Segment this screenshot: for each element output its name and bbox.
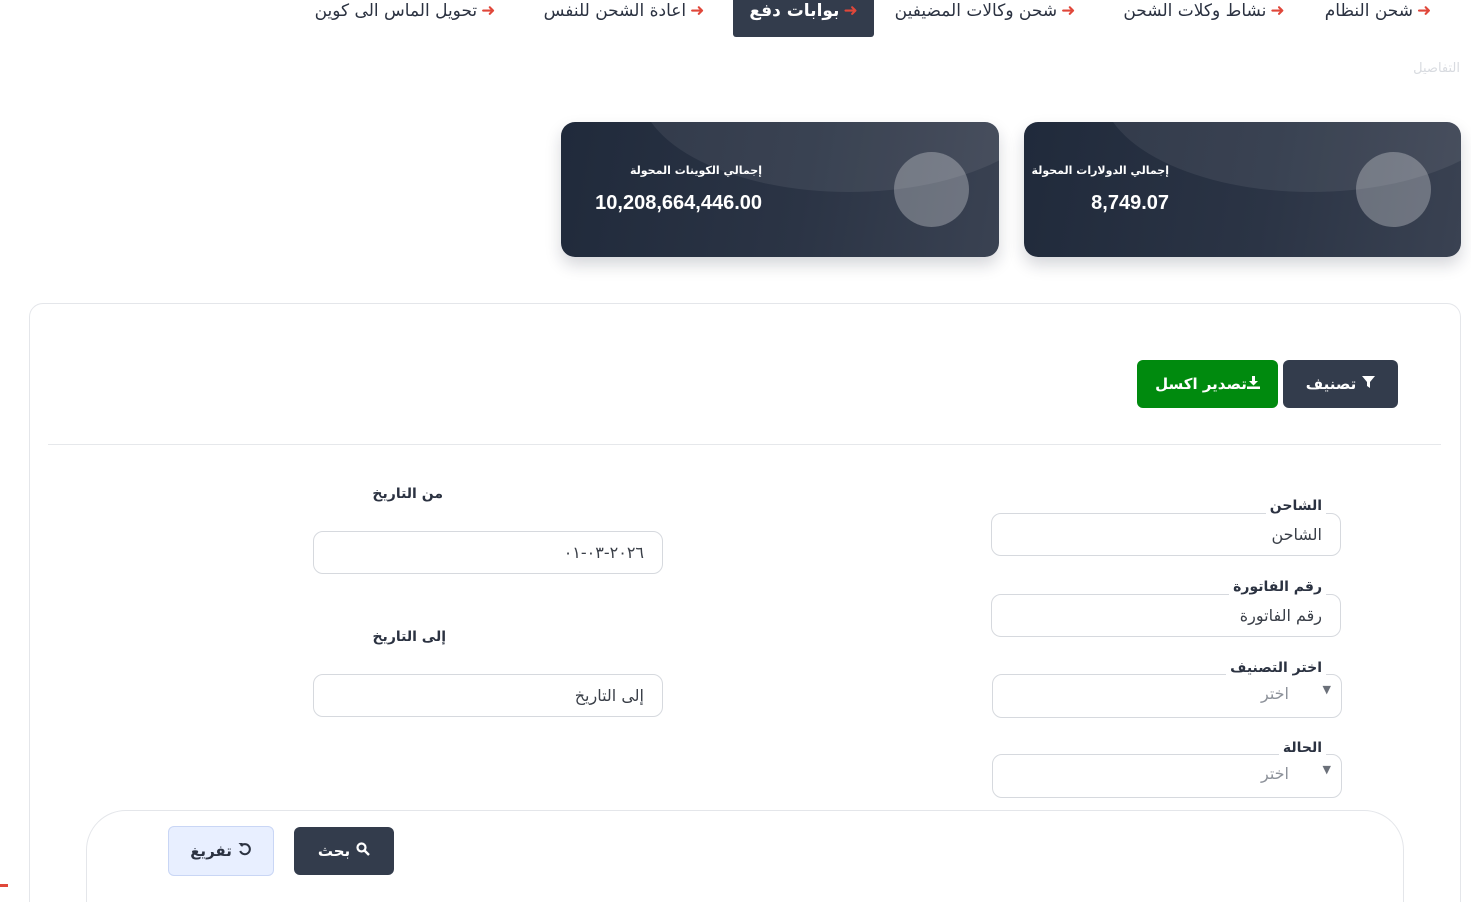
tab-system-charge[interactable]: ➜ شحن النظام (1316, 0, 1440, 37)
charger-label: الشاحن (1265, 498, 1326, 514)
category-label: اختر التصنيف (1226, 660, 1326, 676)
filter-icon (1362, 375, 1376, 393)
card-circle-decoration (894, 152, 969, 227)
arrow-right-icon: ➜ (1417, 1, 1432, 21)
tab-label: شحن وكالات المضيفين (894, 1, 1058, 21)
charger-placeholder: الشاحن (1271, 525, 1322, 544)
filter-label: تصنيف (1305, 375, 1357, 393)
tab-self-recharge[interactable]: ➜ اعادة الشحن للنفس (538, 0, 710, 37)
charger-input[interactable]: الشاحن (991, 513, 1341, 556)
arrow-right-icon: ➜ (1270, 1, 1285, 21)
status-label: الحالة (1278, 740, 1326, 756)
actions-bar (86, 810, 1404, 902)
category-select[interactable]: ▼ اختر (992, 674, 1342, 718)
stat-value: 10,208,664,446.00 (595, 192, 762, 214)
arrow-right-icon: ➜ (481, 1, 496, 21)
reset-label: تفريغ (190, 842, 232, 860)
to-date-label: إلى التاريخ (368, 629, 450, 645)
breadcrumb: التفاصيل (1413, 61, 1460, 76)
export-excel-button[interactable]: تصدير اكسل (1137, 360, 1278, 408)
status-selected: اختر (1261, 764, 1289, 783)
search-icon (356, 842, 371, 860)
card-circle-decoration (1356, 152, 1431, 227)
stat-card-coins: إجمالي الكوينات المحولة 10,208,664,446.0… (561, 122, 999, 257)
download-icon (1246, 375, 1260, 393)
reset-button[interactable]: تفريغ (168, 826, 274, 876)
undo-icon (238, 842, 252, 860)
arrow-right-icon: ➜ (690, 1, 705, 21)
export-label: تصدير اكسل (1155, 375, 1247, 393)
stat-value: 8,749.07 (1091, 192, 1169, 214)
invoice-number-input[interactable]: رقم الفاتورة (991, 594, 1341, 637)
caret-down-icon: ▼ (1322, 763, 1331, 776)
tab-label: تحويل الماس الى كوين (314, 1, 478, 21)
invoice-placeholder: رقم الفاتورة (1239, 606, 1322, 625)
tab-label: شحن النظام (1324, 1, 1413, 21)
arrow-right-icon: ➜ (843, 1, 858, 21)
divider (48, 444, 1441, 445)
from-date-input[interactable]: ٢٠٢٦-٠٣-٠١ (313, 531, 663, 574)
tab-charge-agents-activity[interactable]: ➜ نشاط وكلات الشحن (1118, 0, 1290, 37)
caret-down-icon: ▼ (1322, 683, 1331, 696)
from-date-value: ٢٠٢٦-٠٣-٠١ (563, 543, 644, 562)
tab-diamond-to-coin[interactable]: ➜ تحويل الماس الى كوين (305, 0, 505, 37)
stat-label: إجمالي الكوينات المحولة (629, 164, 762, 177)
tab-payment-gateways[interactable]: ➜ بوابات دفع (733, 0, 874, 37)
stat-card-dollars: إجمالي الدولارات المحولة 8,749.07 (1024, 122, 1461, 257)
category-selected: اختر (1261, 684, 1289, 703)
to-date-placeholder: إلى التاريخ (574, 686, 644, 705)
tab-label: بوابات دفع (749, 1, 840, 21)
arrow-right-icon: ➜ (1061, 1, 1076, 21)
search-button[interactable]: بحث (294, 827, 394, 875)
top-tabs: ➜ شحن النظام ➜ نشاط وكلات الشحن ➜ شحن وك… (0, 0, 1471, 37)
from-date-label: من التاريخ (368, 486, 447, 502)
to-date-input[interactable]: إلى التاريخ (313, 674, 663, 717)
stat-label: إجمالي الدولارات المحولة (1031, 164, 1169, 177)
edge-marker (0, 884, 8, 887)
tab-host-agencies-charge[interactable]: ➜ شحن وكالات المضيفين (886, 0, 1084, 37)
tab-label: اعادة الشحن للنفس (543, 1, 687, 21)
status-select[interactable]: ▼ اختر (992, 754, 1342, 798)
search-label: بحث (317, 842, 351, 860)
invoice-number-label: رقم الفاتورة (1229, 579, 1326, 595)
filter-button[interactable]: تصنيف (1283, 360, 1398, 408)
tab-label: نشاط وكلات الشحن (1123, 1, 1267, 21)
